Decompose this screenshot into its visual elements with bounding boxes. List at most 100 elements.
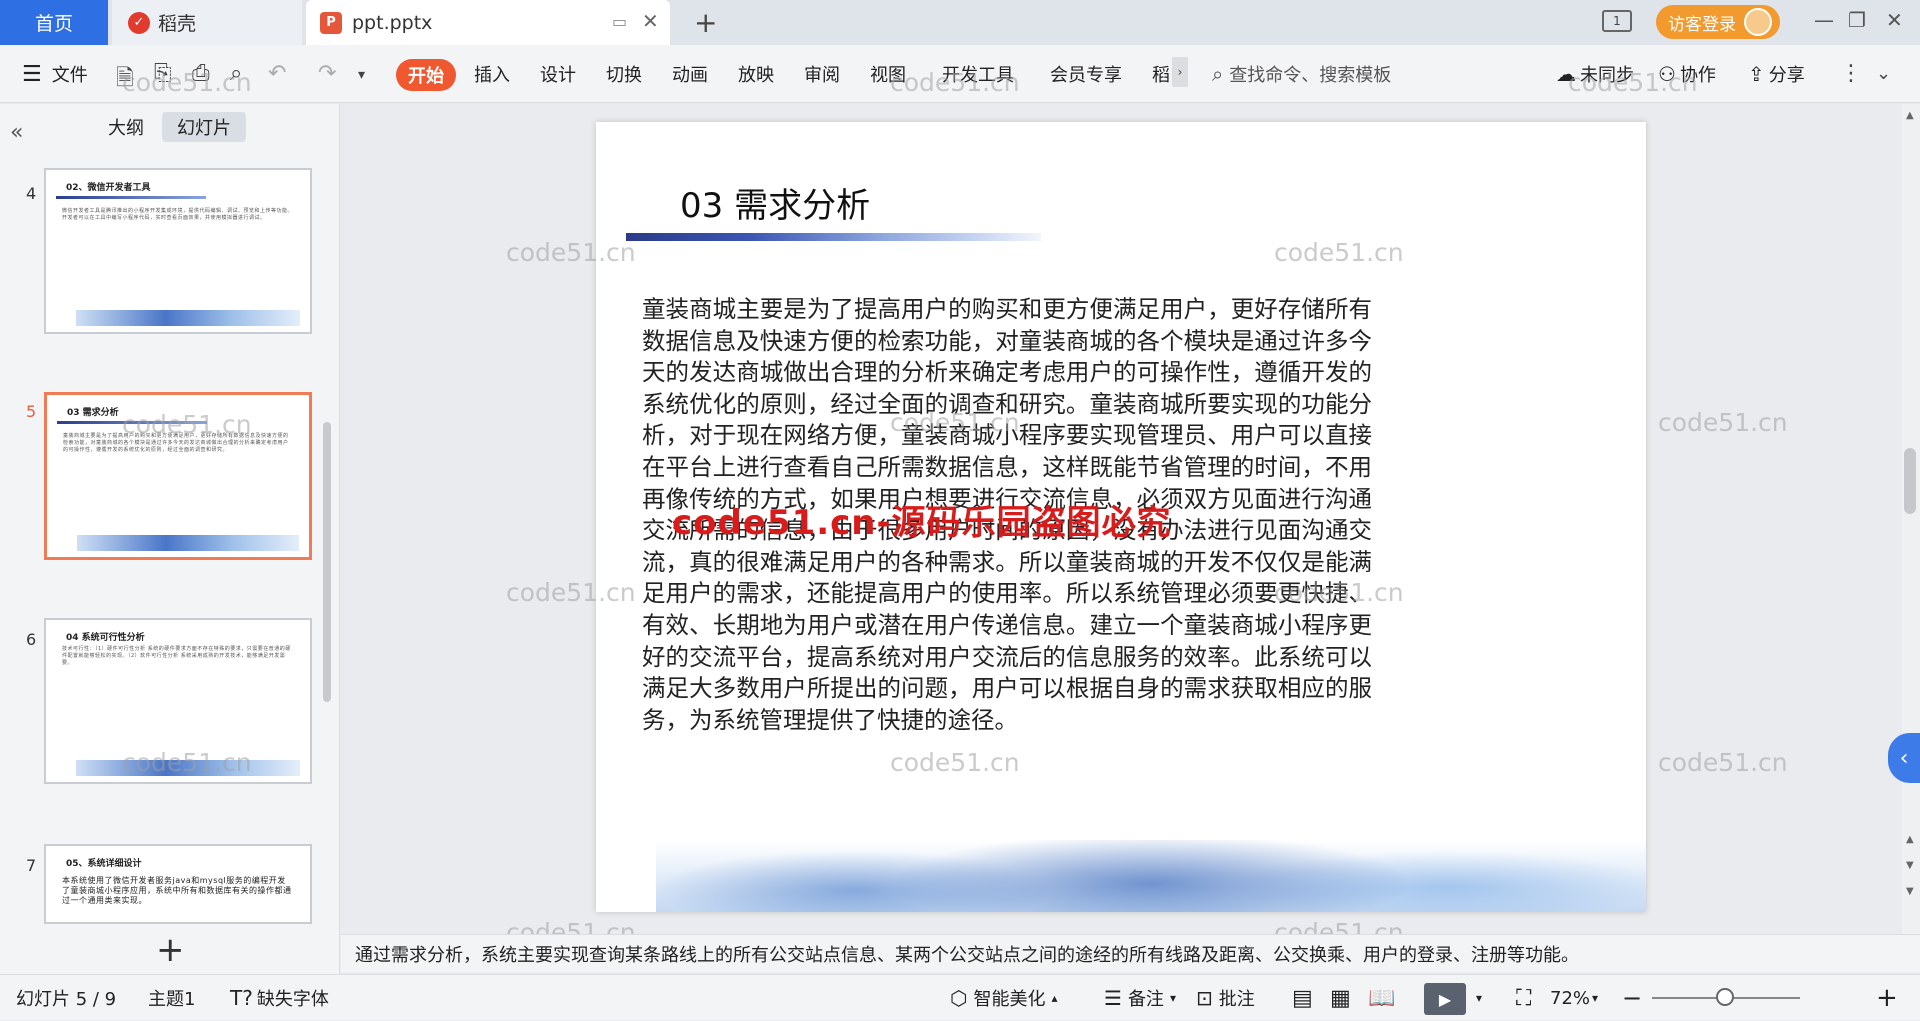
workspace-icon[interactable]: 1 bbox=[1602, 10, 1632, 32]
thumb-body: 微信开发者工具是腾讯推出的小程序开发集成环境，提供代码编辑、调试、预览和上传等功… bbox=[62, 208, 294, 221]
missing-font-button[interactable]: T? 缺失字体 bbox=[230, 975, 329, 1021]
daoke-icon: ✓ bbox=[128, 11, 150, 34]
play-slideshow-button[interactable]: ▶ bbox=[1424, 983, 1466, 1015]
ribbon-tab-review[interactable]: 审阅 bbox=[804, 45, 840, 103]
avatar bbox=[1744, 8, 1772, 36]
command-search[interactable]: ⌕ 查找命令、搜索模板 bbox=[1212, 57, 1532, 91]
play-dropdown-icon[interactable]: ▾ bbox=[1476, 975, 1482, 1021]
close-window-icon[interactable]: ✕ bbox=[1886, 8, 1903, 32]
slide-counter: 幻灯片 5 / 9 bbox=[16, 975, 116, 1021]
restore-icon[interactable]: ❐ bbox=[1848, 8, 1866, 32]
scroll-down-icon[interactable]: ▼ bbox=[1906, 886, 1914, 897]
tab-document-label: ppt.pptx bbox=[352, 11, 433, 34]
watermark: code51.cn bbox=[506, 578, 636, 607]
fit-window-icon[interactable]: ⛶ bbox=[1516, 975, 1531, 1021]
watermark: code51.cn bbox=[1274, 578, 1404, 607]
share-label: 分享 bbox=[1768, 65, 1805, 86]
watermark: code51.cn bbox=[1658, 408, 1788, 437]
redo-icon[interactable]: ↷ bbox=[318, 61, 336, 86]
ribbon-scroll-right-icon[interactable]: › bbox=[1172, 57, 1188, 87]
more-options-icon[interactable]: ⋮ bbox=[1840, 61, 1862, 86]
ribbon-tab-design[interactable]: 设计 bbox=[540, 45, 576, 103]
beautify-dropdown-icon: ▴ bbox=[1051, 991, 1058, 1005]
status-bar: 幻灯片 5 / 9 主题1 T? 缺失字体 ⬡ 智能美化 ▴ ☰ 备注 ▾ ⊡ … bbox=[0, 974, 1920, 1020]
theme-name-label: 主题1 bbox=[148, 989, 196, 1010]
side-panel-toggle-icon[interactable]: ‹ bbox=[1888, 733, 1920, 783]
tab-home-label: 首页 bbox=[34, 13, 73, 35]
tab-outline-label: 大纲 bbox=[108, 118, 144, 139]
ribbon-tab-member[interactable]: 会员专享 bbox=[1050, 45, 1122, 103]
pane-scrollbar[interactable] bbox=[323, 422, 331, 702]
tab-document[interactable]: P ppt.pptx ▭ ✕ bbox=[306, 0, 670, 45]
tab-slides[interactable]: 幻灯片 bbox=[162, 112, 246, 142]
reading-view-icon[interactable]: 📖 bbox=[1368, 975, 1395, 1021]
speaker-notes-text[interactable]: 通过需求分析，系统主要实现查询某条路线上的所有公交站点信息、某两个公交站点之间的… bbox=[355, 941, 1579, 967]
slide-thumbnail-4[interactable]: 02、微信开发者工具 微信开发者工具是腾讯推出的小程序开发集成环境，提供代码编辑… bbox=[44, 168, 312, 334]
slide-title-bar bbox=[626, 233, 1041, 241]
minimize-icon[interactable]: — bbox=[1814, 8, 1834, 32]
collapse-ribbon-icon[interactable]: ⌄ bbox=[1876, 63, 1891, 84]
slide-title[interactable]: 03 需求分析 bbox=[680, 178, 870, 227]
ribbon-tab-member-label: 会员专享 bbox=[1050, 65, 1122, 86]
ribbon-tab-start[interactable]: 开始 bbox=[396, 59, 456, 91]
thumb-wave-decoration bbox=[76, 310, 300, 326]
share-button[interactable]: ⇪ 分享 bbox=[1748, 45, 1805, 103]
ribbon-tab-start-label: 开始 bbox=[408, 66, 444, 87]
menu-icon: ☰ bbox=[22, 61, 42, 87]
comment-toggle-label: 批注 bbox=[1218, 989, 1255, 1010]
scroll-down-page-icon[interactable]: ▼ bbox=[1906, 860, 1914, 871]
visitor-login-label: 访客登录 bbox=[1668, 14, 1736, 35]
thumb-number: 6 bbox=[26, 630, 37, 649]
notes-toggle-label: 备注 bbox=[1127, 989, 1164, 1010]
tab-home[interactable]: 首页 bbox=[0, 0, 108, 45]
file-menu-label: 文件 bbox=[51, 65, 88, 86]
ribbon-tab-review-label: 审阅 bbox=[804, 65, 840, 86]
smart-beautify-button[interactable]: ⬡ 智能美化 ▴ bbox=[950, 975, 1058, 1021]
ppt-file-icon: P bbox=[320, 11, 342, 34]
collapse-pane-icon[interactable]: « bbox=[10, 120, 23, 145]
watermark: code51.cn bbox=[1274, 238, 1404, 267]
ribbon-tab-slideshow-label: 放映 bbox=[738, 65, 774, 86]
new-tab-icon[interactable]: + bbox=[694, 6, 717, 39]
close-tab-icon[interactable]: ✕ bbox=[642, 9, 659, 33]
speaker-notes[interactable]: 通过需求分析，系统主要实现查询某条路线上的所有公交站点信息、某两个公交站点之间的… bbox=[341, 934, 1920, 972]
file-menu[interactable]: ☰ 文件 bbox=[22, 45, 88, 103]
undo-icon[interactable]: ↶ bbox=[268, 61, 286, 86]
scroll-up-page-icon[interactable]: ▲ bbox=[1906, 834, 1914, 845]
beautify-icon: ⬡ bbox=[950, 986, 968, 1010]
thumb-title: 03 需求分析 bbox=[67, 408, 119, 418]
thumb-body: 本系统使用了微信开发者服务java和mysql服务的编程开发了童装商城小程序应用… bbox=[62, 876, 292, 905]
slide-sorter-icon[interactable]: ▦ bbox=[1330, 975, 1351, 1021]
notes-toggle[interactable]: ☰ 备注 ▾ bbox=[1104, 975, 1176, 1021]
ribbon-tab-more[interactable]: 稻 bbox=[1152, 45, 1170, 103]
comment-toggle[interactable]: ⊡ 批注 bbox=[1196, 975, 1255, 1021]
zoom-out-icon[interactable]: − bbox=[1622, 975, 1642, 1021]
thumb-number: 7 bbox=[26, 856, 37, 875]
normal-view-icon[interactable]: ▤ bbox=[1292, 975, 1313, 1021]
tab-daoke[interactable]: ✓ 稻壳 bbox=[112, 0, 302, 45]
ribbon-tab-slideshow[interactable]: 放映 bbox=[738, 45, 774, 103]
missing-font-icon: T? bbox=[230, 986, 253, 1010]
canvas-scrollbar[interactable]: ▲ ▲ ▼ ▼ bbox=[1902, 104, 1920, 934]
quick-access-dropdown-icon[interactable]: ▾ bbox=[358, 67, 365, 83]
scroll-up-icon[interactable]: ▲ bbox=[1906, 110, 1914, 121]
tab-outline[interactable]: 大纲 bbox=[98, 112, 154, 142]
search-icon: ⌕ bbox=[1212, 62, 1224, 86]
slide-thumbnail-7[interactable]: 05、系统详细设计 本系统使用了微信开发者服务java和mysql服务的编程开发… bbox=[44, 844, 312, 924]
theme-name[interactable]: 主题1 bbox=[148, 975, 195, 1021]
notes-icon: ☰ bbox=[1104, 986, 1122, 1010]
ribbon-tab-more-label: 稻 bbox=[1152, 65, 1170, 86]
float-window-icon[interactable]: ▭ bbox=[612, 12, 627, 31]
zoom-in-icon[interactable]: + bbox=[1876, 975, 1898, 1021]
slides-pane: « 大纲 幻灯片 4 02、微信开发者工具 微信开发者工具是腾讯推出的小程序开发… bbox=[0, 104, 340, 974]
comment-icon: ⊡ bbox=[1196, 986, 1213, 1010]
thumb-title-bar bbox=[56, 196, 206, 199]
visitor-login-button[interactable]: 访客登录 bbox=[1656, 5, 1780, 39]
zoom-level[interactable]: 72% ▾ bbox=[1550, 975, 1598, 1021]
ribbon-tab-animation[interactable]: 动画 bbox=[672, 45, 708, 103]
add-slide-icon[interactable]: + bbox=[156, 930, 185, 970]
ribbon-tab-insert[interactable]: 插入 bbox=[474, 45, 510, 103]
canvas-scroll-thumb[interactable] bbox=[1904, 448, 1916, 514]
zoom-slider-handle[interactable] bbox=[1716, 988, 1734, 1006]
ribbon-tab-transition[interactable]: 切换 bbox=[606, 45, 642, 103]
